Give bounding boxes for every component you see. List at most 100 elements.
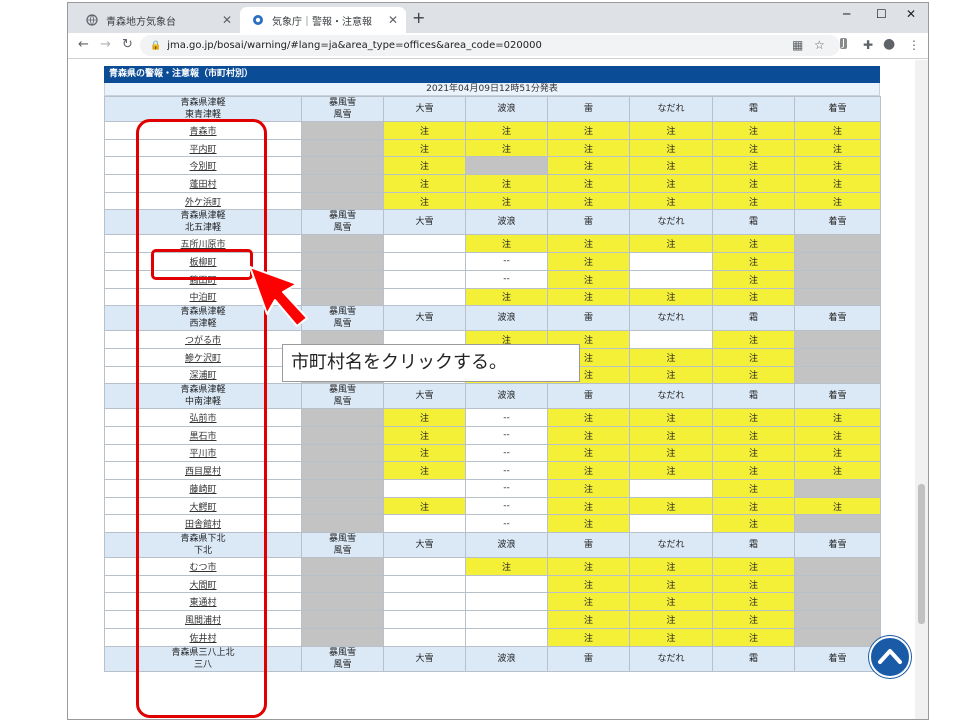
issued-time: 2021年04月09日12時51分発表	[104, 83, 880, 96]
city-link[interactable]: 東通村	[189, 598, 216, 608]
extensions-puzzle-icon[interactable]: ✚	[863, 38, 873, 52]
warning-cell	[301, 514, 384, 534]
column-header: 霜	[712, 383, 795, 410]
city-link[interactable]: 中泊町	[189, 293, 216, 303]
new-tab-icon[interactable]: +	[412, 8, 425, 27]
column-header: なだれ	[629, 209, 713, 236]
url-text: jma.go.jp/bosai/warning/#lang=ja&area_ty…	[167, 40, 542, 51]
scroll-to-top-button[interactable]	[869, 636, 911, 678]
warning-cell	[301, 138, 384, 158]
city-link[interactable]: 佐井村	[189, 634, 216, 644]
warning-cell	[301, 191, 384, 211]
area-header-row: 青森県津軽 北五津軽 暴風雪 風雪 大雪 波浪雷なだれ霜着雪	[104, 209, 881, 236]
warning-cell	[301, 592, 384, 612]
back-icon[interactable]: ←	[78, 37, 89, 52]
table-row: 今別町注注注注注	[104, 156, 881, 176]
city-link[interactable]: 風間浦村	[185, 616, 221, 626]
reload-icon[interactable]: ↻	[122, 37, 133, 52]
column-header: 着雪	[794, 209, 881, 236]
warning-cell	[794, 269, 881, 289]
warning-cell: 注	[629, 234, 713, 254]
browser-toolbar: ← → ↻ 🔒 jma.go.jp/bosai/warning/#lang=ja…	[68, 33, 928, 59]
city-link[interactable]: 大間町	[189, 581, 216, 591]
city-link[interactable]: 板柳町	[189, 258, 216, 268]
warning-cell: 注	[712, 610, 795, 629]
city-link[interactable]: 五所川原市	[180, 240, 225, 250]
close-icon[interactable]: ✕	[388, 13, 398, 27]
window-close-icon[interactable]: ✕	[906, 7, 916, 21]
column-header: 波浪	[465, 532, 548, 559]
table-row: 外ケ浜町注注注注注注	[104, 191, 881, 211]
column-header: 大雪	[383, 645, 466, 672]
area-header-row: 青森県津軽 西津軽 暴風雪 風雪 大雪 波浪雷なだれ霜着雪	[104, 305, 881, 332]
city-link[interactable]: 蓬田村	[189, 180, 216, 190]
area-name: 青森県下北 下北	[104, 532, 302, 559]
warning-cell: --	[465, 269, 548, 289]
column-header: 霜	[712, 305, 795, 332]
table-row: 東通村注注注	[104, 592, 881, 612]
city-cell: 黒石市	[104, 425, 302, 445]
warning-cell: 注	[547, 156, 630, 176]
city-link[interactable]: 鰺ケ沢町	[185, 354, 221, 364]
extension-badge-icon[interactable]: J	[840, 38, 847, 49]
maximize-icon[interactable]: ☐	[876, 7, 887, 21]
warning-cell: 注	[547, 592, 630, 612]
forward-icon[interactable]: →	[100, 37, 111, 52]
column-header: 暴風雪 風雪	[301, 645, 384, 672]
bookmark-star-icon[interactable]: ☆	[814, 38, 825, 52]
warning-cell: 注	[547, 610, 630, 629]
warning-cell: 注	[794, 443, 881, 463]
city-link[interactable]: むつ市	[189, 563, 216, 573]
city-link[interactable]: 西目屋村	[185, 467, 221, 477]
minimize-icon[interactable]: ─	[843, 7, 850, 21]
warning-cell: 注	[629, 365, 713, 385]
warning-cell: 注	[465, 138, 548, 158]
city-link[interactable]: 大鰐町	[189, 503, 216, 513]
city-link[interactable]: 深浦町	[189, 371, 216, 381]
column-header: 暴風雪 風雪	[301, 532, 384, 559]
warning-cell: 注	[547, 191, 630, 211]
warning-cell: 注	[465, 557, 548, 576]
profile-avatar-icon[interactable]: ●	[883, 36, 895, 52]
city-link[interactable]: 平川市	[189, 449, 216, 459]
warning-cell: 注	[712, 627, 795, 647]
warning-cell: 注	[794, 174, 881, 193]
scrollbar-thumb[interactable]	[918, 484, 925, 624]
city-link[interactable]: 今別町	[189, 162, 216, 172]
warning-cell: --	[465, 408, 548, 427]
warning-cell	[301, 252, 384, 271]
vertical-scrollbar[interactable]	[915, 60, 928, 719]
city-link[interactable]: 田舎館村	[185, 520, 221, 530]
warning-cell	[301, 269, 384, 289]
city-link[interactable]: 黒石市	[189, 432, 216, 442]
tab-jma-warnings[interactable]: 気象庁｜警報・注意報 ✕	[240, 7, 406, 33]
city-link[interactable]: 外ケ浜町	[185, 198, 221, 208]
column-header: 着雪	[794, 305, 881, 332]
city-link[interactable]: つがる市	[185, 336, 221, 346]
column-header: 霜	[712, 645, 795, 672]
warning-cell: 注	[712, 234, 795, 254]
column-header: 雷	[547, 209, 630, 236]
city-cell: 大鰐町	[104, 496, 302, 516]
city-link[interactable]: 平内町	[189, 145, 216, 155]
city-link[interactable]: 青森市	[189, 127, 216, 137]
address-bar[interactable]: 🔒 jma.go.jp/bosai/warning/#lang=ja&area_…	[140, 35, 840, 56]
menu-kebab-icon[interactable]: ⋮	[908, 38, 920, 52]
qr-code-icon[interactable]: ▦	[792, 38, 803, 52]
warning-cell: 注	[712, 269, 795, 289]
table-row: 藤崎町 -- 注注	[104, 479, 881, 498]
column-header: 雷	[547, 305, 630, 332]
warning-cell: 注	[547, 408, 630, 427]
city-link[interactable]: 弘前市	[189, 414, 216, 424]
warning-cell: 注	[794, 496, 881, 516]
warning-cell: --	[465, 425, 548, 445]
warning-cell: 注	[547, 121, 630, 140]
city-cell: 板柳町	[104, 252, 302, 271]
city-link[interactable]: 鶴田町	[189, 276, 216, 286]
city-link[interactable]: 藤崎町	[189, 485, 216, 495]
warning-cell	[301, 287, 384, 307]
close-icon[interactable]: ✕	[222, 13, 232, 27]
warning-cell: 注	[712, 287, 795, 307]
tab-aomori-observatory[interactable]: 青森地方気象台 ✕	[74, 7, 240, 33]
warning-cell: 注	[383, 461, 466, 480]
